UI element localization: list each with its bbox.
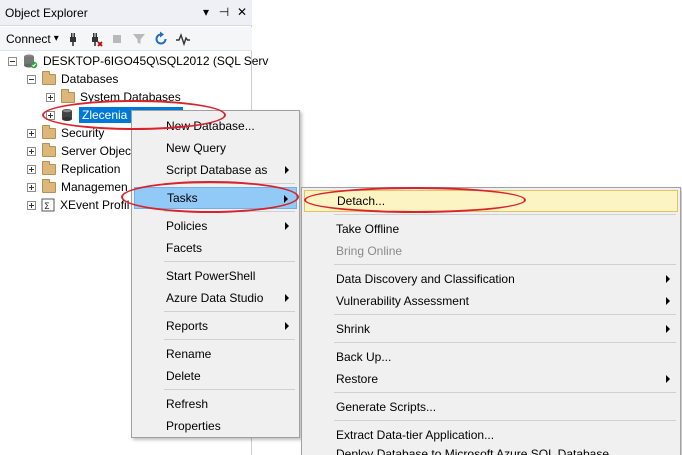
folder-icon [42,142,56,157]
menu-item-tasks[interactable]: Tasks [134,187,297,209]
expand-icon[interactable] [27,128,36,138]
disconnect-plug-icon[interactable] [87,31,103,47]
tree-node-xevent-profiler[interactable]: Σ XEvent Profil [27,196,129,214]
connect-plug-icon[interactable] [65,31,81,47]
menu-separator [164,211,295,212]
submenu-arrow-icon [285,222,289,230]
menu-separator [164,311,295,312]
menu-separator [334,420,676,421]
folder-icon [42,160,56,175]
menu-item-delete[interactable]: Delete [134,365,297,387]
menu-item-policies[interactable]: Policies [134,215,297,237]
object-explorer-titlebar: Object Explorer ▾ ⊣ ✕ [0,0,252,26]
submenu-arrow-icon [285,322,289,330]
menu-item-extract-data-tier[interactable]: Extract Data-tier Application... [304,424,678,446]
folder-icon [61,88,75,103]
collapse-icon[interactable] [8,56,17,66]
expand-icon[interactable] [46,92,55,102]
svg-text:Σ: Σ [44,202,50,212]
object-explorer-toolbar: Connect ▾ [0,27,252,51]
menu-item-properties[interactable]: Properties [134,415,297,437]
menu-separator [164,183,295,184]
menu-item-generate-scripts[interactable]: Generate Scripts... [304,396,678,418]
menu-item-new-database[interactable]: New Database... [134,115,297,137]
server-objects-label: Server Object [61,144,135,158]
tree-node-server-objects[interactable]: Server Object [27,142,134,160]
menu-separator [334,264,676,265]
menu-item-deploy-to-azure[interactable]: Deploy Database to Microsoft Azure SQL D… [304,446,678,455]
menu-item-new-query[interactable]: New Query [134,137,297,159]
expand-icon[interactable] [27,146,36,156]
tree-node-management[interactable]: Managemen [27,178,128,196]
chevron-down-icon: ▾ [53,33,59,44]
submenu-arrow-icon [284,195,288,203]
tasks-submenu: Detach... Take Offline Bring Online Data… [301,187,681,455]
submenu-arrow-icon [666,325,670,333]
menu-item-azure-data-studio[interactable]: Azure Data Studio [134,287,297,309]
tree-node-system-databases[interactable]: System Databases [46,88,181,106]
tree-node-replication[interactable]: Replication [27,160,120,178]
menu-separator [164,339,295,340]
menu-separator [334,342,676,343]
menu-item-rename[interactable]: Rename [134,343,297,365]
expand-icon[interactable] [27,164,36,174]
menu-item-bring-online: Bring Online [336,244,403,258]
menu-separator [164,389,295,390]
tree-node-server[interactable]: DESKTOP-6IGO45Q\SQL2012 (SQL Serv [8,52,268,70]
submenu-arrow-icon [666,375,670,383]
menu-separator [334,314,676,315]
menu-separator [334,392,676,393]
menu-item-script-database-as[interactable]: Script Database as [134,159,297,181]
collapse-icon[interactable] [27,74,36,84]
menu-item-start-powershell[interactable]: Start PowerShell [134,265,297,287]
expand-icon[interactable] [27,200,36,210]
filter-icon[interactable] [131,31,147,47]
window-position-icon[interactable]: ▾ [200,5,212,19]
activity-icon[interactable] [175,31,191,47]
menu-item-data-discovery[interactable]: Data Discovery and Classification [304,268,678,290]
menu-item-vulnerability-assessment[interactable]: Vulnerability Assessment [304,290,678,312]
folder-icon [42,70,56,85]
refresh-icon[interactable] [153,31,169,47]
panel-title-buttons: ▾ ⊣ ✕ [200,5,248,19]
menu-item-reports[interactable]: Reports [134,315,297,337]
expand-icon[interactable] [46,110,55,120]
menu-item-take-offline[interactable]: Take Offline [304,218,678,240]
databases-label: Databases [61,72,119,86]
menu-item-refresh[interactable]: Refresh [134,393,297,415]
server-icon [24,54,38,69]
database-context-menu: New Database... New Query Script Databas… [131,110,300,438]
tree-node-databases[interactable]: Databases [27,70,118,88]
submenu-arrow-icon [285,294,289,302]
menu-item-facets[interactable]: Facets [134,237,297,259]
database-icon [62,109,72,121]
connect-button[interactable]: Connect ▾ [6,32,59,46]
folder-icon [42,124,56,139]
tree-node-security[interactable]: Security [27,124,104,142]
menu-separator [334,214,676,215]
submenu-arrow-icon [666,297,670,305]
menu-item-shrink[interactable]: Shrink [304,318,678,340]
menu-item-detach[interactable]: Detach... [304,190,678,212]
stop-icon[interactable] [109,31,125,47]
replication-label: Replication [61,162,121,176]
security-label: Security [61,126,105,140]
submenu-arrow-icon [285,166,289,174]
system-databases-label: System Databases [80,90,181,104]
xevent-profiler-label: XEvent Profil [60,198,130,212]
menu-separator [164,261,295,262]
expand-icon[interactable] [27,182,36,192]
menu-item-back-up[interactable]: Back Up... [304,346,678,368]
connect-label: Connect [6,31,51,46]
panel-title: Object Explorer [5,6,88,20]
folder-icon [42,178,56,193]
submenu-arrow-icon [666,275,670,283]
menu-item-restore[interactable]: Restore [304,368,678,390]
close-icon[interactable]: ✕ [236,5,248,19]
management-label: Managemen [61,180,128,194]
pin-icon[interactable]: ⊣ [218,5,230,19]
xevent-profiler-icon: Σ [41,198,55,212]
server-label: DESKTOP-6IGO45Q\SQL2012 (SQL Serv [43,54,269,68]
